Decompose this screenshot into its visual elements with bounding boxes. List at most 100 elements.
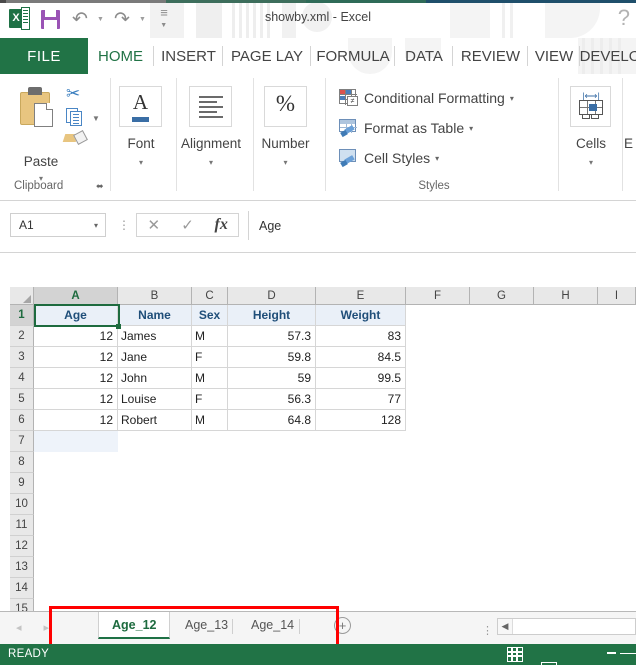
cell-E6[interactable]: 128	[316, 410, 406, 431]
column-header-H[interactable]: H	[534, 287, 598, 305]
format-as-table-button[interactable]: Format as Table ▾	[339, 119, 473, 138]
formula-input[interactable]: Age	[248, 211, 636, 240]
column-header-A[interactable]: A	[34, 287, 118, 305]
cell-B1[interactable]: Name	[118, 305, 192, 326]
format-as-table-caret[interactable]: ▾	[469, 124, 473, 133]
normal-view-icon[interactable]	[507, 647, 523, 662]
sheet-tab-age-12[interactable]: Age_12	[98, 612, 171, 639]
cell-C1[interactable]: Sex	[192, 305, 228, 326]
column-header-F[interactable]: F	[406, 287, 470, 305]
column-header-B[interactable]: B	[118, 287, 192, 305]
cell-A2[interactable]: 12	[34, 326, 118, 347]
conditional-formatting-caret[interactable]: ▾	[510, 94, 514, 103]
sheet-tab-age-14[interactable]: Age_14	[238, 612, 307, 639]
cell-A6[interactable]: 12	[34, 410, 118, 431]
cancel-formula-icon[interactable]: ✕	[137, 216, 171, 234]
cell-C4[interactable]: M	[192, 368, 228, 389]
scroll-left-icon[interactable]: ◀	[498, 619, 513, 634]
copy-icon[interactable]	[66, 108, 85, 127]
cell-D4[interactable]: 59	[228, 368, 316, 389]
cell-B4[interactable]: John	[118, 368, 192, 389]
tab-view[interactable]: VIEW	[529, 38, 579, 74]
alignment-dropdown-caret[interactable]: ▾	[176, 158, 246, 167]
sheet-nav-buttons[interactable]: ◂ ▸	[16, 621, 80, 634]
cell-D3[interactable]: 59.8	[228, 347, 316, 368]
zoom-out-icon[interactable]	[607, 652, 616, 654]
formula-bar-buttons[interactable]: ✕ ✓ fx	[136, 213, 239, 237]
cell-A7[interactable]	[34, 431, 118, 452]
name-box-caret-icon[interactable]: ▾	[94, 221, 105, 230]
cell-C3[interactable]: F	[192, 347, 228, 368]
cell-styles-button[interactable]: Cell Styles ▾	[339, 149, 439, 168]
cell-E3[interactable]: 84.5	[316, 347, 406, 368]
row-header-13[interactable]: 13	[10, 557, 34, 578]
tab-home[interactable]: HOME	[88, 38, 153, 74]
tab-data[interactable]: DATA	[396, 38, 452, 74]
cell-A5[interactable]: 12	[34, 389, 118, 410]
cell-D5[interactable]: 56.3	[228, 389, 316, 410]
format-painter-icon[interactable]	[62, 130, 88, 146]
tab-insert[interactable]: INSERT	[155, 38, 222, 74]
number-icon-box[interactable]: %	[264, 86, 307, 127]
row-header-11[interactable]: 11	[10, 515, 34, 536]
row-header-3[interactable]: 3	[10, 347, 34, 368]
cells-dropdown-caret[interactable]: ▾	[565, 158, 617, 167]
tab-review[interactable]: REVIEW	[454, 38, 527, 74]
font-icon-box[interactable]: A	[119, 86, 162, 127]
cell-E5[interactable]: 77	[316, 389, 406, 410]
paste-icon[interactable]	[20, 86, 62, 132]
paste-button-label[interactable]: Paste	[14, 154, 68, 169]
zoom-slider[interactable]	[620, 653, 636, 654]
name-box[interactable]: A1 ▾	[10, 213, 106, 237]
row-header-1[interactable]: 1	[10, 305, 34, 326]
cell-D1[interactable]: Height	[228, 305, 316, 326]
horizontal-split-grip[interactable]: ⋮	[482, 624, 493, 637]
help-icon[interactable]: ?	[618, 5, 630, 31]
cell-A4[interactable]: 12	[34, 368, 118, 389]
cell-E1[interactable]: Weight	[316, 305, 406, 326]
fill-handle[interactable]	[116, 324, 121, 329]
conditional-formatting-button[interactable]: ≠ Conditional Formatting ▾	[339, 89, 514, 107]
copy-dropdown-icon[interactable]: ▼	[92, 114, 100, 123]
cell-C5[interactable]: F	[192, 389, 228, 410]
cell-C6[interactable]: M	[192, 410, 228, 431]
row-header-12[interactable]: 12	[10, 536, 34, 557]
column-header-E[interactable]: E	[316, 287, 406, 305]
tab-file[interactable]: FILE	[0, 38, 88, 74]
horizontal-scrollbar[interactable]: ◀	[497, 618, 636, 635]
row-header-2[interactable]: 2	[10, 326, 34, 347]
cell-styles-caret[interactable]: ▾	[435, 154, 439, 163]
row-header-7[interactable]: 7	[10, 431, 34, 452]
row-header-9[interactable]: 9	[10, 473, 34, 494]
next-sheet-icon[interactable]: ▸	[44, 621, 50, 634]
new-sheet-icon[interactable]: +	[334, 617, 351, 634]
number-dropdown-caret[interactable]: ▾	[255, 158, 316, 167]
cell-E2[interactable]: 83	[316, 326, 406, 347]
clipboard-dialog-launcher-icon[interactable]: ⬌	[96, 181, 104, 192]
row-header-10[interactable]: 10	[10, 494, 34, 515]
font-dropdown-caret[interactable]: ▾	[112, 158, 170, 167]
cell-B3[interactable]: Jane	[118, 347, 192, 368]
row-header-5[interactable]: 5	[10, 389, 34, 410]
tab-formulas[interactable]: FORMULA	[312, 38, 394, 74]
cell-D6[interactable]: 64.8	[228, 410, 316, 431]
row-header-6[interactable]: 6	[10, 410, 34, 431]
tab-page-layout[interactable]: PAGE LAY	[224, 38, 310, 74]
cell-B5[interactable]: Louise	[118, 389, 192, 410]
prev-sheet-icon[interactable]: ◂	[16, 621, 22, 634]
formula-bar-grip[interactable]: ⋮	[118, 218, 130, 232]
cell-B2[interactable]: James	[118, 326, 192, 347]
cell-A1[interactable]: Age	[34, 305, 118, 326]
alignment-icon-box[interactable]	[189, 86, 232, 127]
row-header-8[interactable]: 8	[10, 452, 34, 473]
column-header-I[interactable]: I	[598, 287, 636, 305]
cell-A3[interactable]: 12	[34, 347, 118, 368]
column-header-D[interactable]: D	[228, 287, 316, 305]
cell-E4[interactable]: 99.5	[316, 368, 406, 389]
column-header-G[interactable]: G	[470, 287, 534, 305]
enter-formula-icon[interactable]: ✓	[171, 216, 205, 234]
row-header-15[interactable]: 15	[10, 599, 34, 611]
sheet-tab-age-13[interactable]: Age_13	[172, 612, 241, 639]
cells-icon-box[interactable]: |⟷|	[570, 86, 611, 127]
insert-function-icon[interactable]: fx	[204, 216, 238, 234]
